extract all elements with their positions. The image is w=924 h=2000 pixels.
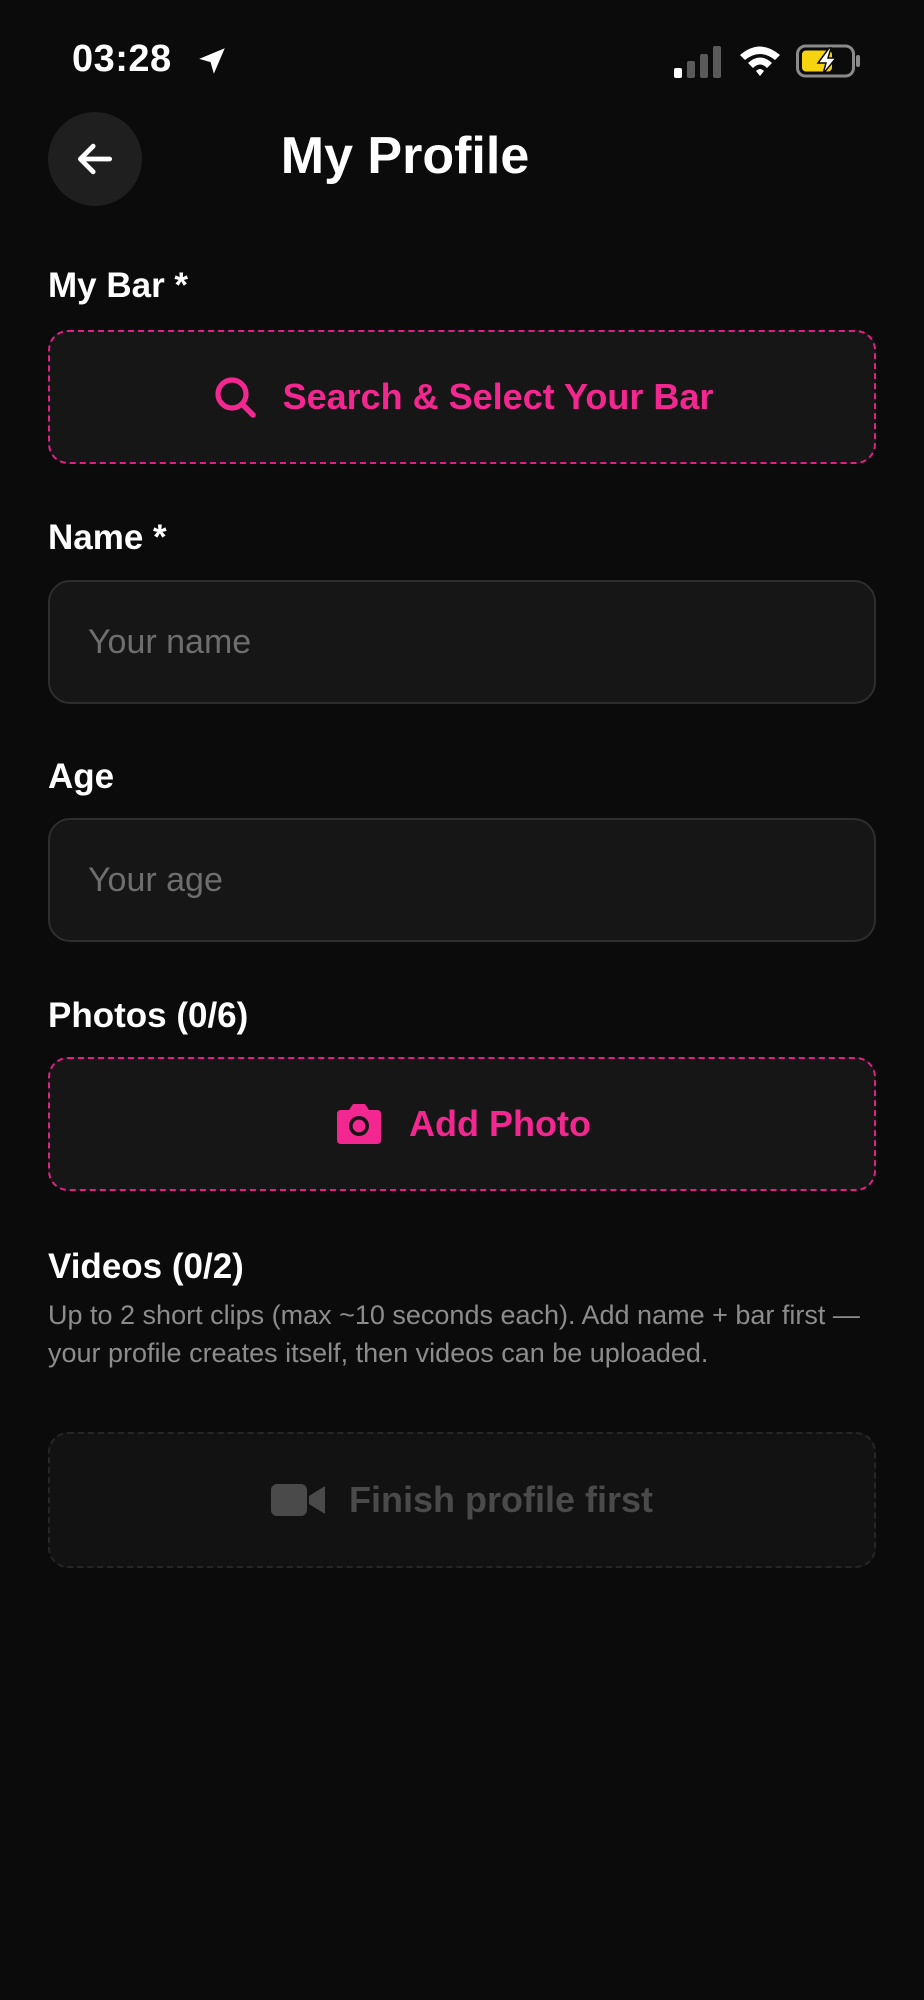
wifi-icon	[740, 46, 780, 76]
age-label: Age	[48, 757, 115, 796]
add-photo-label: Add Photo	[409, 1103, 591, 1144]
add-photo-button[interactable]: Add Photo	[48, 1057, 876, 1191]
location-arrow-icon	[199, 48, 225, 74]
name-label: Name *	[48, 518, 167, 557]
bar-label: My Bar *	[48, 266, 189, 305]
photos-label: Photos (0/6)	[48, 996, 249, 1035]
name-input[interactable]	[48, 580, 876, 704]
cellular-signal-icon	[674, 46, 721, 78]
videos-help-text: Up to 2 short clips (max ~10 seconds eac…	[48, 1300, 860, 1368]
search-icon	[214, 377, 256, 418]
search-select-bar-button[interactable]: Search & Select Your Bar	[48, 330, 876, 464]
search-select-bar-label: Search & Select Your Bar	[282, 376, 714, 417]
profile-screen: 03:28 My Profile My Bar * Search & Selec…	[0, 0, 924, 2000]
age-input[interactable]	[48, 818, 876, 942]
status-time: 03:28	[72, 38, 172, 80]
finish-profile-first-label: Finish profile first	[348, 1479, 653, 1520]
video-camera-icon	[270, 1484, 325, 1516]
status-bar: 03:28	[0, 0, 924, 120]
page-title: My Profile	[280, 127, 530, 185]
battery-charging-icon	[796, 44, 860, 78]
finish-profile-first-button: Finish profile first	[48, 1432, 876, 1568]
camera-icon	[337, 1104, 382, 1144]
videos-label: Videos (0/2)	[48, 1247, 244, 1286]
